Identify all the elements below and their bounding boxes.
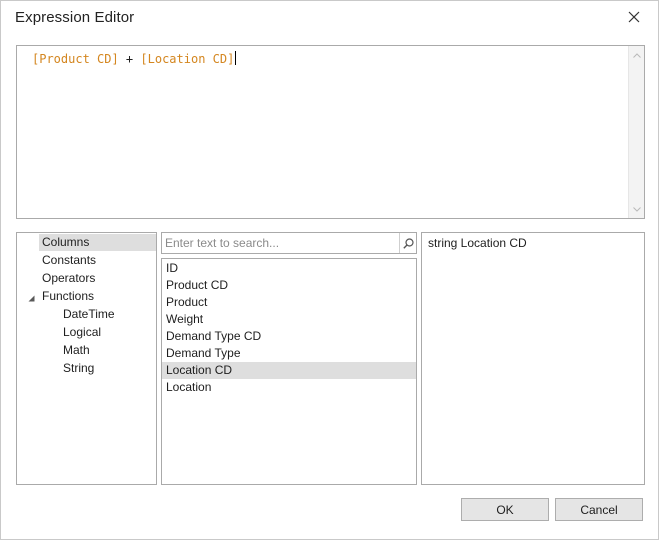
list-item[interactable]: ID xyxy=(162,260,416,277)
search-icon xyxy=(402,237,414,249)
expression-editor-dialog: Expression Editor [Product CD] + [Locati… xyxy=(0,0,659,540)
expanded-triangle-icon xyxy=(28,295,34,301)
scroll-up-icon xyxy=(633,52,641,58)
tree-item-operators[interactable]: Operators xyxy=(39,270,95,287)
search-input[interactable] xyxy=(162,233,399,253)
tree-item-math[interactable]: Math xyxy=(60,342,90,359)
close-icon xyxy=(628,11,640,23)
tree-item-constants[interactable]: Constants xyxy=(39,252,96,269)
list-item[interactable]: Product CD xyxy=(162,277,416,294)
scroll-down-button[interactable] xyxy=(629,202,645,216)
cancel-button[interactable]: Cancel xyxy=(555,498,643,521)
tree-item-columns[interactable]: Columns xyxy=(39,234,156,251)
list-item[interactable]: Weight xyxy=(162,311,416,328)
tree-expander-functions[interactable] xyxy=(26,293,36,303)
ok-button[interactable]: OK xyxy=(461,498,549,521)
scroll-up-button[interactable] xyxy=(629,48,645,62)
category-tree: Columns Constants Operators Functions Da… xyxy=(16,232,157,485)
tree-item-logical[interactable]: Logical xyxy=(60,324,101,341)
column-token: [Product CD] xyxy=(32,52,119,66)
expression-text[interactable]: [Product CD] + [Location CD] xyxy=(32,51,237,66)
tree-item-functions[interactable]: Functions xyxy=(39,288,94,305)
tree-item-string[interactable]: String xyxy=(60,360,94,377)
scroll-down-icon xyxy=(633,206,641,212)
search-box xyxy=(161,232,417,254)
tree-item-datetime[interactable]: DateTime xyxy=(60,306,115,323)
description-text: string Location CD xyxy=(428,236,527,250)
operator-token: + xyxy=(118,52,141,66)
list-item[interactable]: Demand Type CD xyxy=(162,328,416,345)
list-item-selected[interactable]: Location CD xyxy=(162,362,416,379)
list-item[interactable]: Location xyxy=(162,379,416,396)
editor-vertical-scrollbar[interactable] xyxy=(628,46,644,218)
list-item[interactable]: Demand Type xyxy=(162,345,416,362)
text-caret xyxy=(235,51,237,65)
expression-editor[interactable]: [Product CD] + [Location CD] xyxy=(16,45,645,219)
search-button[interactable] xyxy=(399,233,416,253)
description-panel: string Location CD xyxy=(421,232,645,485)
close-button[interactable] xyxy=(621,5,647,29)
column-list: ID Product CD Product Weight Demand Type… xyxy=(161,258,417,485)
column-token: [Location CD] xyxy=(140,52,235,66)
list-item[interactable]: Product xyxy=(162,294,416,311)
dialog-title: Expression Editor xyxy=(15,9,135,26)
